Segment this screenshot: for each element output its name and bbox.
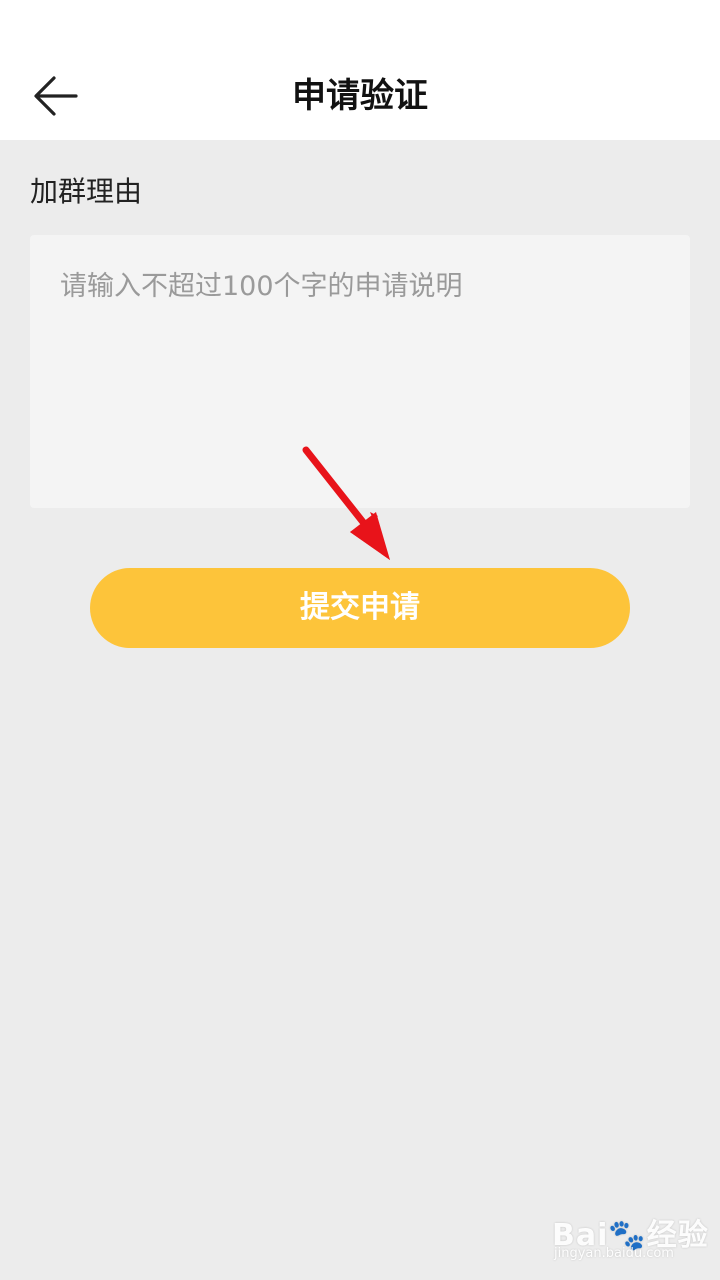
app-header: 申请验证 — [0, 0, 720, 140]
reason-label: 加群理由 — [30, 175, 143, 208]
submit-application-button[interactable]: 提交申请 — [90, 568, 630, 648]
baidu-jingyan-watermark: Bai🐾经验 jingyan.baidu.com — [552, 1200, 708, 1270]
page-title: 申请验证 — [292, 76, 428, 116]
reason-input[interactable] — [30, 235, 690, 508]
watermark-url: jingyan.baidu.com — [554, 1246, 674, 1261]
